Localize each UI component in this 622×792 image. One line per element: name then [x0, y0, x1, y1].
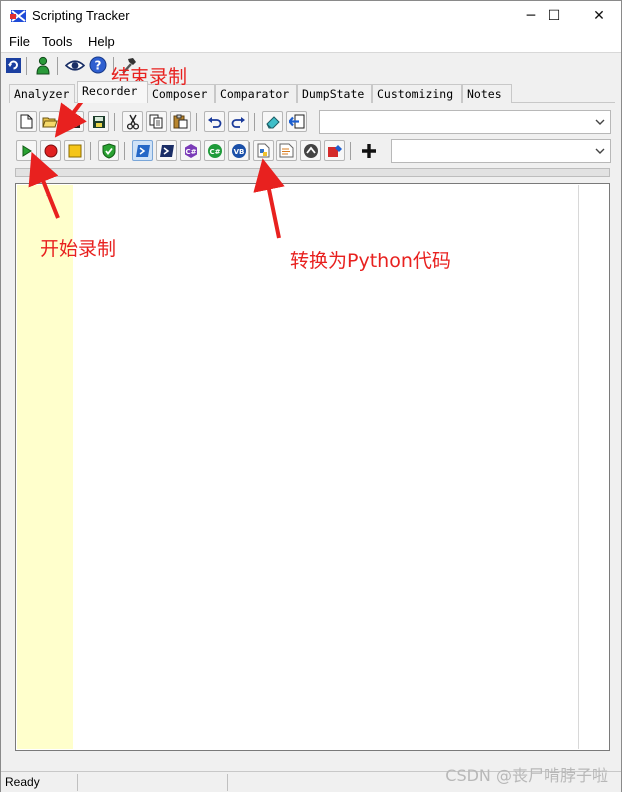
annotation-to-python: 转换为Python代码 — [290, 250, 451, 272]
progress-bar — [15, 168, 610, 177]
open-folder-button[interactable] — [39, 111, 60, 132]
check-button[interactable] — [98, 140, 119, 161]
cut-button[interactable] — [122, 111, 143, 132]
line-number-gutter: 1 — [17, 185, 73, 749]
status-text: Ready — [5, 775, 40, 789]
menu-bar: File Tools Help — [1, 32, 621, 52]
python-convert-icon — [257, 143, 270, 158]
chevron-down-icon — [595, 148, 605, 154]
python-convert-button[interactable] — [253, 140, 274, 161]
app-logo-icon — [10, 10, 26, 22]
import-button[interactable] — [286, 111, 307, 132]
close-button[interactable]: ✕ — [576, 1, 622, 32]
script-select-1[interactable] — [319, 110, 611, 134]
eye-icon[interactable] — [65, 57, 85, 74]
paste-icon — [173, 114, 188, 129]
csharp-green-button[interactable]: C# — [204, 140, 225, 161]
refresh-icon[interactable] — [5, 57, 22, 74]
record-icon — [44, 144, 57, 157]
new-file-icon — [20, 114, 33, 129]
save-as-button[interactable] — [88, 111, 109, 132]
tab-notes[interactable]: Notes — [462, 84, 512, 103]
powershell-dark-button[interactable] — [156, 140, 177, 161]
watermark: CSDN @丧尸啃脖子啦 — [445, 766, 608, 785]
csharp-icon: C# — [184, 143, 197, 158]
add-button[interactable] — [358, 140, 379, 161]
upload-button[interactable] — [300, 140, 321, 161]
check-icon — [102, 142, 115, 159]
user-icon[interactable] — [35, 56, 51, 75]
upload-icon — [303, 143, 318, 158]
export-button[interactable] — [324, 140, 345, 161]
tab-comparator[interactable]: Comparator — [215, 84, 297, 103]
menu-tools[interactable]: Tools — [42, 34, 72, 49]
copy-icon — [149, 114, 163, 129]
undo-icon — [208, 116, 222, 128]
redo-button[interactable] — [228, 111, 249, 132]
stop-icon — [68, 144, 81, 157]
save-icon — [67, 115, 80, 128]
menu-file[interactable]: File — [9, 34, 30, 49]
export-icon — [327, 144, 342, 157]
copy-button[interactable] — [146, 111, 167, 132]
script-select-2[interactable] — [391, 139, 611, 163]
powershell-button[interactable] — [132, 140, 153, 161]
main-toolbar: ? — [1, 52, 621, 78]
eraser-button[interactable] — [262, 111, 283, 132]
vertical-scrollbar[interactable] — [578, 185, 608, 749]
annotation-start-recording: 开始录制 — [40, 238, 117, 260]
tab-recorder[interactable]: Recorder — [77, 81, 148, 103]
import-icon — [288, 114, 304, 129]
open-folder-icon — [41, 117, 58, 127]
title-bar: Scripting Tracker ─ ☐ ✕ — [1, 1, 621, 32]
csharp-green-icon: C# — [207, 143, 222, 158]
new-file-button[interactable] — [16, 111, 37, 132]
svg-text:C#: C# — [185, 148, 196, 156]
powershell-dark-icon — [159, 144, 174, 157]
maximize-button[interactable]: ☐ — [531, 1, 577, 32]
play-icon — [22, 144, 32, 157]
tab-analyzer[interactable]: Analyzer — [9, 84, 75, 103]
cut-icon — [126, 114, 139, 130]
chevron-down-icon — [595, 119, 605, 125]
script-icon — [279, 143, 294, 158]
tab-customizing[interactable]: Customizing — [372, 84, 462, 103]
vb-icon: VB — [231, 143, 246, 158]
tab-dumpstate[interactable]: DumpState — [297, 84, 372, 103]
eraser-icon — [265, 115, 280, 128]
add-icon — [361, 143, 376, 158]
start-recording-button[interactable] — [16, 140, 37, 161]
script-button[interactable] — [276, 140, 297, 161]
window-title: Scripting Tracker — [32, 8, 130, 23]
line-number: 1 — [45, 188, 52, 199]
app-window: Scripting Tracker ─ ☐ ✕ File Tools Help … — [0, 0, 622, 792]
undo-button[interactable] — [204, 111, 225, 132]
save-as-icon — [92, 115, 105, 128]
redo-icon — [231, 116, 245, 128]
stop-recording-button[interactable] — [64, 140, 85, 161]
powershell-icon — [135, 144, 150, 157]
record-button[interactable] — [40, 140, 61, 161]
paste-button[interactable] — [170, 111, 191, 132]
svg-text:VB: VB — [233, 148, 244, 156]
vb-button[interactable]: VB — [228, 140, 249, 161]
svg-text:C#: C# — [209, 148, 220, 156]
csharp-button[interactable]: C# — [180, 140, 201, 161]
svg-text:?: ? — [95, 59, 102, 73]
save-button[interactable] — [63, 111, 84, 132]
help-icon[interactable]: ? — [89, 56, 107, 74]
menu-help[interactable]: Help — [88, 34, 115, 49]
